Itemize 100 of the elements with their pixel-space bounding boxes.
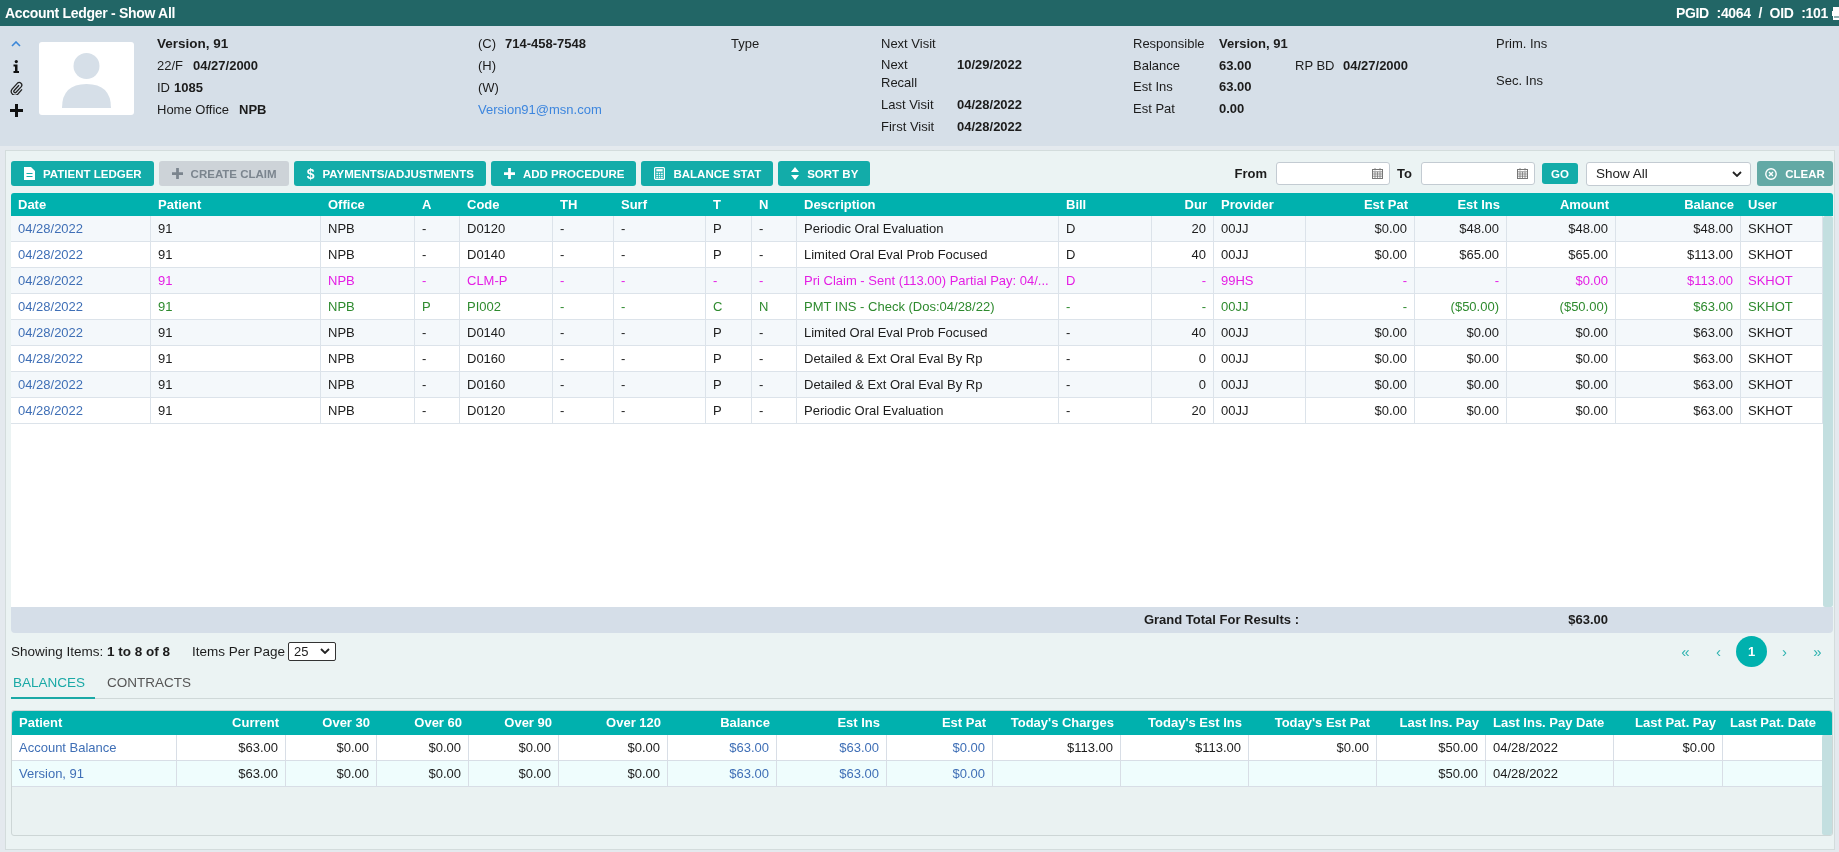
column-header[interactable]: Bill	[1066, 197, 1087, 212]
email-link[interactable]: Version91@msn.com	[478, 102, 602, 117]
column-header[interactable]: Est Ins	[837, 715, 880, 730]
tab[interactable]: BALANCES	[11, 669, 96, 699]
date-link[interactable]: 04/28/2022	[11, 372, 151, 398]
column-header[interactable]: TH	[560, 197, 578, 212]
column-header[interactable]: Today's Charges	[1010, 715, 1114, 730]
table-cell: -	[1415, 268, 1507, 294]
window-title: Account Ledger - Show All	[5, 5, 176, 21]
tab[interactable]: CONTRACTS	[105, 669, 202, 699]
table-cell: D0160	[460, 372, 553, 398]
table-cell: P	[706, 216, 752, 242]
first-page-button[interactable]: «	[1670, 635, 1701, 667]
table-cell: D	[1059, 216, 1152, 242]
table-cell: 40	[1152, 320, 1214, 346]
column-header[interactable]: Balance	[720, 715, 770, 730]
clear-button[interactable]: CLEAR	[1757, 161, 1833, 186]
amount-link[interactable]: $0.00	[887, 761, 993, 787]
calculator-icon	[654, 167, 666, 180]
document-icon[interactable]	[1832, 6, 1839, 20]
date-link[interactable]: 04/28/2022	[11, 398, 151, 424]
column-header[interactable]: Last Pat. Pay	[1635, 715, 1716, 730]
column-header[interactable]: Current	[232, 715, 279, 730]
column-header[interactable]: T	[713, 197, 721, 212]
toolbar-button[interactable]: PATIENT LEDGER	[11, 161, 154, 186]
column-header[interactable]: A	[422, 197, 432, 212]
column-header[interactable]: Provider	[1221, 197, 1274, 212]
column-header[interactable]: Over 30	[322, 715, 370, 730]
column-header[interactable]: Description	[804, 197, 876, 212]
column-header[interactable]: Amount	[1559, 197, 1609, 212]
patient-link[interactable]: Version, 91	[12, 761, 177, 787]
column-header[interactable]: Office	[328, 197, 365, 212]
x-circle-icon	[1765, 167, 1778, 180]
table-cell: Periodic Oral Evaluation	[797, 216, 1059, 242]
from-date-field[interactable]	[1276, 162, 1391, 185]
column-header[interactable]: Last Ins. Pay	[1399, 715, 1479, 730]
field-label: (C)	[478, 35, 498, 53]
calendar-icon[interactable]	[1517, 168, 1528, 179]
field-value: 04/27/2000	[193, 58, 259, 73]
amount-link[interactable]: $63.00	[777, 761, 887, 787]
table-cell: Limited Oral Eval Prob Focused	[797, 320, 1059, 346]
column-header[interactable]: Date	[18, 197, 47, 212]
column-header[interactable]: User	[1748, 197, 1777, 212]
column-header[interactable]: Surf	[621, 197, 647, 212]
caret-up-icon[interactable]	[11, 41, 21, 47]
field-label: Type	[731, 36, 760, 51]
column-header[interactable]: Est Pat	[1363, 197, 1408, 212]
go-button[interactable]: GO	[1542, 163, 1578, 184]
next-page-button[interactable]: ›	[1769, 635, 1800, 667]
scrollbar[interactable]	[1823, 216, 1833, 607]
date-link[interactable]: 04/28/2022	[11, 268, 151, 294]
toolbar-button[interactable]: SORT BY	[778, 161, 871, 186]
date-link[interactable]: 04/28/2022	[11, 320, 151, 346]
column-header[interactable]: Today's Est Pat	[1274, 715, 1370, 730]
last-page-button[interactable]: »	[1802, 635, 1833, 667]
table-cell: -	[1059, 398, 1152, 424]
date-link[interactable]: 04/28/2022	[11, 216, 151, 242]
table-cell: SKHOT	[1741, 320, 1823, 346]
column-header[interactable]: Est Ins	[1457, 197, 1500, 212]
toolbar-button[interactable]: BALANCE STAT	[641, 161, 774, 186]
table-cell: $113.00	[1616, 268, 1741, 294]
column-header[interactable]: Today's Est Ins	[1148, 715, 1242, 730]
column-header[interactable]: Balance	[1684, 197, 1734, 212]
amount-link[interactable]: $63.00	[668, 761, 777, 787]
toolbar-button[interactable]: ADD PROCEDURE	[490, 161, 637, 186]
table-cell: $0.00	[1306, 398, 1415, 424]
column-header[interactable]: Last Ins. Pay Date	[1493, 715, 1605, 730]
table-cell: Periodic Oral Evaluation	[797, 398, 1059, 424]
sort-icon	[791, 167, 800, 180]
to-date-field[interactable]	[1421, 162, 1535, 185]
field-value: 0.00	[1219, 100, 1245, 116]
table-cell: 91	[151, 320, 321, 346]
column-header[interactable]: Over 120	[606, 715, 661, 730]
table-cell: $0.00	[286, 761, 377, 787]
column-header[interactable]: Est Pat	[941, 715, 986, 730]
column-header[interactable]: Over 90	[504, 715, 552, 730]
plus-icon[interactable]	[9, 103, 23, 117]
column-header[interactable]: Code	[467, 197, 500, 212]
paperclip-icon[interactable]	[9, 81, 23, 95]
items-per-page-select[interactable]: 25	[288, 641, 337, 661]
toolbar-button[interactable]: $ PAYMENTS/ADJUSTMENTS	[293, 161, 486, 186]
previous-page-button[interactable]: ‹	[1703, 635, 1734, 667]
info-icon[interactable]	[13, 59, 19, 73]
column-header[interactable]: Over 60	[414, 715, 462, 730]
table-cell: $0.00	[469, 761, 559, 787]
column-header[interactable]: Patient	[19, 715, 63, 730]
view-select[interactable]: Show All	[1586, 161, 1751, 186]
table-cell: -	[1059, 372, 1152, 398]
page-button[interactable]: 1	[1736, 635, 1767, 667]
table-cell: -	[614, 398, 706, 424]
column-header[interactable]: Patient	[158, 197, 202, 212]
column-header[interactable]: N	[759, 197, 769, 212]
calendar-icon[interactable]	[1372, 168, 1384, 179]
column-header[interactable]: Dur	[1184, 197, 1207, 212]
column-header[interactable]: Last Pat. Date	[1730, 715, 1816, 730]
field-value: 714-458-7548	[505, 36, 586, 51]
scrollbar[interactable]	[1822, 735, 1832, 835]
table-cell: SKHOT	[1741, 216, 1823, 242]
table-cell: -	[1306, 268, 1415, 294]
table-cell: $63.00	[1616, 398, 1741, 424]
